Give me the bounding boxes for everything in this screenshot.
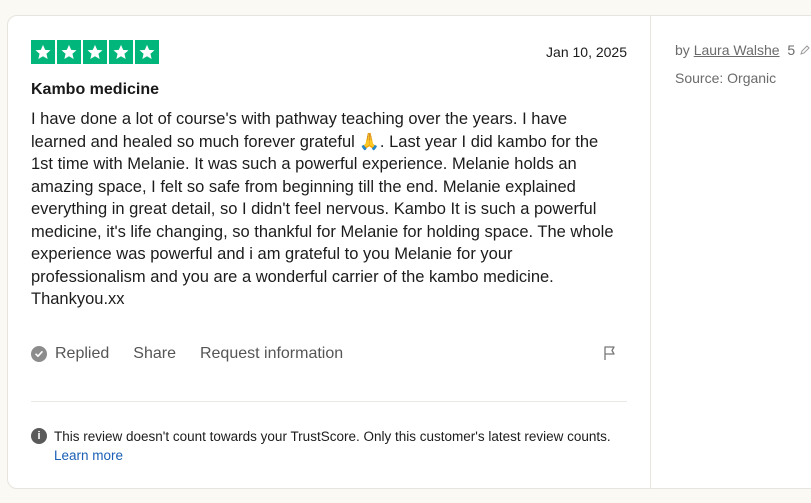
info-icon: i: [31, 428, 47, 444]
notice-text-wrapper: This review doesn't count towards your T…: [54, 427, 627, 465]
request-information-button[interactable]: Request information: [200, 345, 343, 363]
star-icon: [83, 40, 107, 64]
star-rating: [31, 40, 159, 64]
request-information-label: Request information: [199, 345, 344, 362]
notice-divider: [31, 401, 627, 402]
review-source: Source: Organic: [675, 70, 777, 86]
reviewer-review-count: 5: [787, 42, 796, 58]
share-button[interactable]: Share: [133, 345, 176, 363]
notice-text: This review doesn't count towards your T…: [54, 429, 611, 444]
star-icon: [109, 40, 133, 64]
review-date: Jan 10, 2025: [546, 44, 627, 60]
reviewer-name-link[interactable]: Laura Walshe: [694, 42, 780, 58]
review-actions: Replied Share Request information: [31, 343, 627, 365]
card-divider-vertical: [650, 15, 651, 489]
replied-label: Replied: [55, 345, 110, 362]
star-icon: [31, 40, 55, 64]
trustscore-notice: i This review doesn't count towards your…: [31, 427, 627, 465]
share-label: Share: [133, 345, 176, 362]
replied-indicator: Replied: [31, 345, 109, 363]
star-icon: [57, 40, 81, 64]
by-prefix: by: [675, 42, 690, 58]
pencil-icon: [800, 45, 810, 55]
check-circle-icon: [31, 346, 47, 362]
learn-more-link[interactable]: Learn more: [54, 448, 123, 463]
star-icon: [135, 40, 159, 64]
review-title: Kambo medicine: [31, 81, 160, 98]
review-body: I have done a lot of course's with pathw…: [31, 110, 614, 308]
flag-icon[interactable]: [601, 344, 619, 362]
reviewer-line: by Laura Walshe 5: [675, 42, 811, 58]
